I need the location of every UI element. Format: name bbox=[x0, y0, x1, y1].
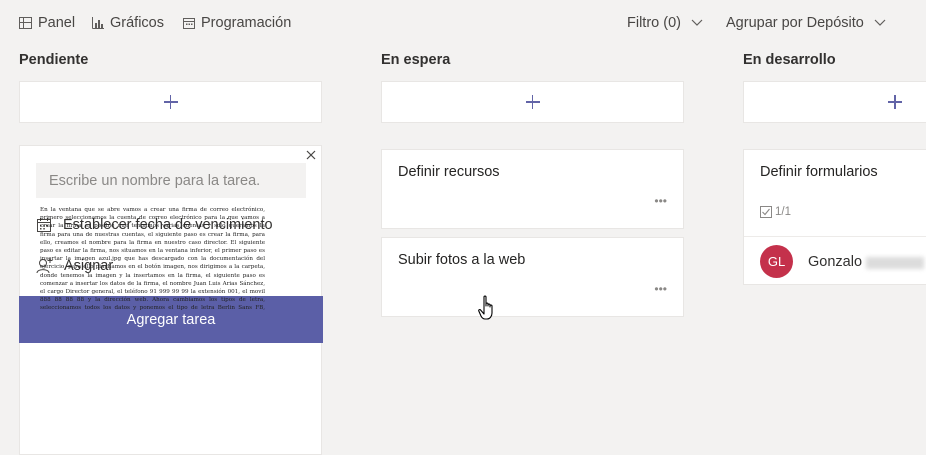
top-toolbar: Panel Gráficos Programación Filtro (0) A… bbox=[0, 0, 926, 44]
add-task-button-pendiente[interactable] bbox=[19, 81, 322, 123]
more-options-icon[interactable]: ••• bbox=[654, 195, 667, 207]
checkbox-icon bbox=[760, 206, 772, 218]
task-card-definir-formularios[interactable]: Definir formularios 1/1 GL Gonzalo bbox=[743, 149, 926, 285]
group-by-label: Agrupar por Depósito bbox=[726, 15, 864, 31]
chevron-down-icon bbox=[691, 19, 703, 26]
redacted-surname bbox=[866, 257, 924, 269]
assignee-name: Gonzalo bbox=[808, 254, 863, 270]
checklist-progress: 1/1 bbox=[760, 206, 791, 218]
task-card-definir-recursos[interactable]: Definir recursos ••• bbox=[381, 149, 684, 229]
task-name-input[interactable] bbox=[36, 163, 306, 198]
tab-panel[interactable]: Panel bbox=[19, 14, 75, 32]
tab-programacion-label: Programación bbox=[201, 15, 292, 31]
avatar: GL bbox=[760, 245, 793, 278]
column-title-pendiente: Pendiente bbox=[19, 52, 89, 68]
tab-programacion[interactable]: Programación bbox=[183, 14, 291, 32]
filter-dropdown[interactable]: Filtro (0) bbox=[627, 14, 709, 32]
task-title: Definir recursos bbox=[398, 164, 500, 180]
add-task-button-en-desarrollo[interactable] bbox=[743, 81, 926, 123]
chart-icon bbox=[92, 17, 104, 29]
task-title: Definir formularios bbox=[760, 164, 878, 180]
add-task-button-en-espera[interactable] bbox=[381, 81, 684, 123]
checklist-count: 1/1 bbox=[775, 206, 791, 218]
board-icon bbox=[19, 17, 32, 29]
close-icon[interactable] bbox=[305, 149, 317, 161]
plus-icon bbox=[888, 95, 902, 109]
plus-icon bbox=[163, 95, 178, 109]
document-preview-text: En la ventana que se abre vamos a crear … bbox=[40, 207, 265, 310]
chevron-down-icon bbox=[874, 19, 886, 26]
task-title: Subir fotos a la web bbox=[398, 252, 526, 268]
tab-graficos[interactable]: Gráficos bbox=[92, 14, 164, 32]
calendar-icon bbox=[183, 18, 195, 29]
column-title-en-espera: En espera bbox=[381, 52, 451, 68]
assignee-row: GL Gonzalo bbox=[744, 236, 926, 286]
plus-icon bbox=[525, 95, 540, 109]
hand-cursor-icon bbox=[478, 295, 493, 320]
group-by-dropdown[interactable]: Agrupar por Depósito bbox=[726, 14, 892, 32]
filter-label: Filtro (0) bbox=[627, 15, 681, 31]
tab-graficos-label: Gráficos bbox=[110, 15, 164, 31]
more-options-icon[interactable]: ••• bbox=[654, 283, 667, 295]
task-card-subir-fotos[interactable]: Subir fotos a la web ••• bbox=[381, 237, 684, 317]
tab-panel-label: Panel bbox=[38, 15, 76, 31]
column-title-en-desarrollo: En desarrollo bbox=[743, 52, 836, 68]
